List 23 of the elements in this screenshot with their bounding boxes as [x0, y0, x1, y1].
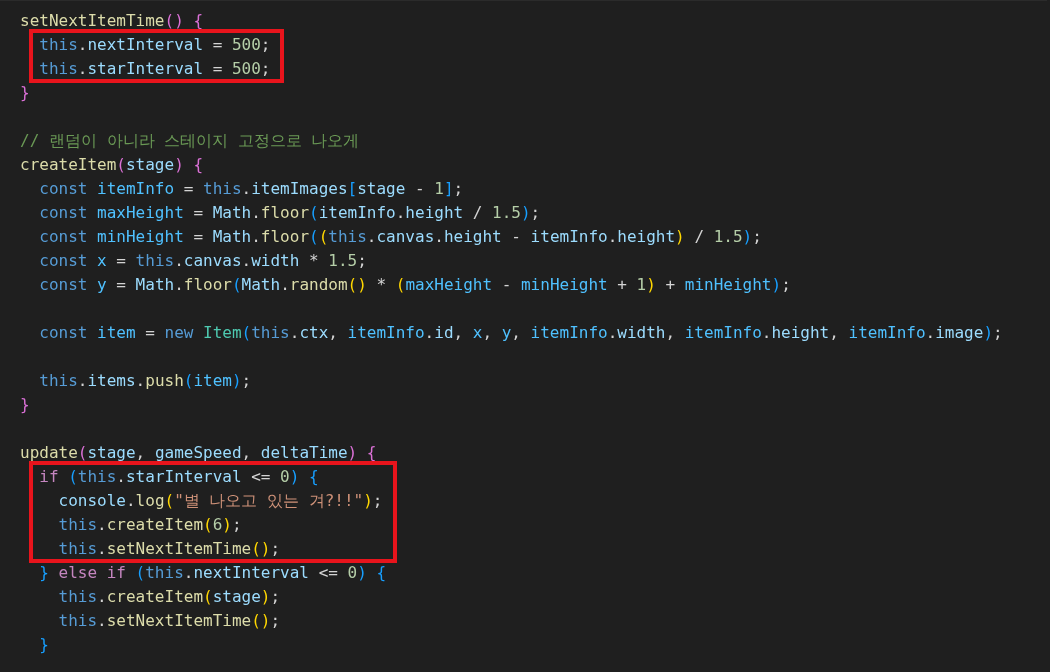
code-line: this.setNextItemTime(); [58, 539, 281, 558]
code-line: const item = new Item(this.ctx, itemInfo.id, x, y, itemInfo.width, itemInfo.height, itemInfo.image); [39, 323, 1003, 342]
code-line: createItem(stage) { [20, 155, 204, 174]
code-line: } [20, 395, 30, 414]
code-line: console.log("별 나오고 있는 겨?!!"); [58, 491, 383, 510]
code-line: this.createItem(6); [58, 515, 242, 534]
code-line: const maxHeight = Math.floor(itemInfo.height / 1.5); [39, 203, 541, 222]
code-line: setNextItemTime() { [20, 11, 204, 30]
code-line: this.starInterval = 500; [39, 59, 271, 78]
code-line: } [39, 635, 49, 654]
code-line: } else if (this.nextInterval <= 0) { [39, 563, 387, 582]
code-line: if (this.starInterval <= 0) { [39, 467, 319, 486]
code-line: this.items.push(item); [39, 371, 252, 390]
code-line: this.nextInterval = 500; [39, 35, 271, 54]
code-line: this.createItem(stage); [58, 587, 281, 606]
code-line: const y = Math.floor(Math.random() * (maxHeight - minHeight + 1) + minHeight); [39, 275, 791, 294]
code-line: const x = this.canvas.width * 1.5; [39, 251, 367, 270]
code-line: // 랜덤이 아니라 스테이지 고정으로 나오게 [20, 131, 360, 150]
code-line: } [20, 83, 30, 102]
code-line: update(stage, gameSpeed, deltaTime) { [20, 443, 377, 462]
code-line: const minHeight = Math.floor((this.canvas.height - itemInfo.height) / 1.5); [39, 227, 762, 246]
code-line: this.setNextItemTime(); [58, 611, 281, 630]
code-line: const itemInfo = this.itemImages[stage - 1]; [39, 179, 464, 198]
